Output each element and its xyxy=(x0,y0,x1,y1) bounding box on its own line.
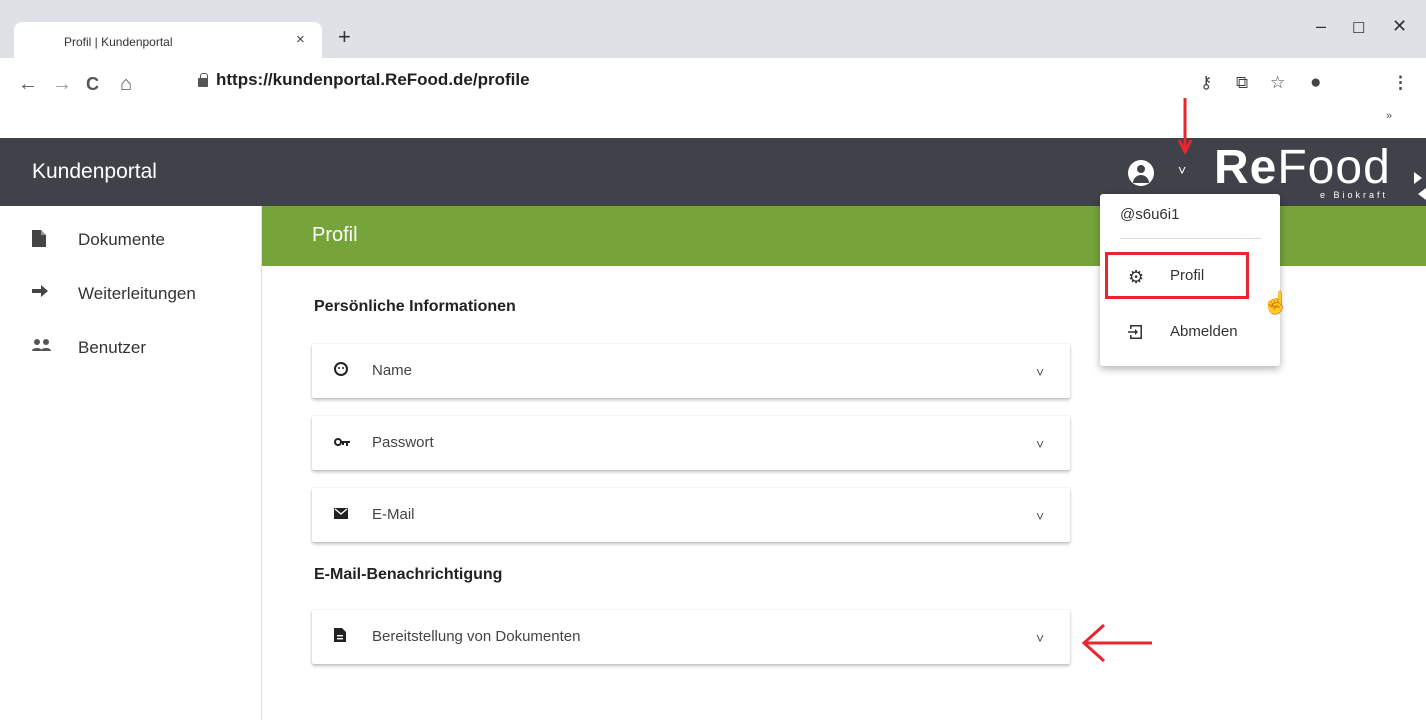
sidebar-item-label: Dokumente xyxy=(78,230,165,249)
logo-food: Food xyxy=(1277,141,1391,194)
bookmarks-overflow-icon[interactable]: » xyxy=(1386,110,1392,122)
logo-arrow-right-icon xyxy=(1414,172,1422,184)
document-icon xyxy=(32,230,50,248)
key-icon xyxy=(334,434,350,450)
sidebar: Dokumente Weiterleitungen Benutzer xyxy=(0,206,262,720)
browser-tab[interactable]: Profil | Kundenportal × xyxy=(14,22,322,60)
sidebar-item-dokumente[interactable]: Dokumente xyxy=(0,218,260,258)
logout-icon xyxy=(1128,324,1144,343)
panel-bereitstellung[interactable]: Bereitstellung von Dokumenten ˅ xyxy=(312,610,1070,664)
back-button[interactable]: ← xyxy=(18,74,38,94)
menu-username: @s6u6i1 xyxy=(1120,206,1180,223)
panel-email[interactable]: E-Mail ˅ xyxy=(312,488,1070,542)
address-bar[interactable]: https://kundenportal.ReFood.de/profile xyxy=(216,70,530,90)
chevron-down-icon[interactable]: ˅ xyxy=(1036,364,1044,380)
browser-tabstrip: Profil | Kundenportal × + – ☐ ✕ xyxy=(0,0,1426,60)
arrow-right-icon xyxy=(32,284,50,302)
reload-button[interactable]: C xyxy=(86,74,99,94)
lock-icon xyxy=(198,73,208,87)
window-close-button[interactable]: ✕ xyxy=(1392,16,1407,37)
app-title: Kundenportal xyxy=(32,160,157,183)
new-tab-button[interactable]: + xyxy=(338,26,351,48)
hand-cursor-icon: ☝ xyxy=(1262,290,1290,315)
panel-passwort[interactable]: Passwort ˅ xyxy=(312,416,1070,470)
browser-menu-icon[interactable]: ⋮ xyxy=(1392,74,1409,91)
annotation-arrow-left-icon xyxy=(1081,623,1152,663)
chevron-down-icon[interactable]: ˅ xyxy=(1036,436,1044,452)
chevron-down-icon[interactable]: ˅ xyxy=(1178,162,1186,178)
panel-label: Passwort xyxy=(372,434,434,451)
logo-arrow-left-icon xyxy=(1418,188,1426,200)
user-account-icon[interactable] xyxy=(1128,160,1154,186)
envelope-icon xyxy=(334,506,350,522)
minimize-button[interactable]: – xyxy=(1316,16,1326,37)
panel-label: Bereitstellung von Dokumenten xyxy=(372,628,581,645)
panel-label: E-Mail xyxy=(372,506,415,523)
home-button[interactable]: ⌂ xyxy=(120,74,132,94)
translate-icon[interactable]: ⧉ xyxy=(1236,74,1248,91)
sidebar-item-benutzer[interactable]: Benutzer xyxy=(0,326,260,366)
chevron-down-icon[interactable]: ˅ xyxy=(1036,630,1044,646)
tab-title: Profil | Kundenportal xyxy=(64,35,173,49)
face-icon xyxy=(334,362,350,378)
star-icon[interactable]: ☆ xyxy=(1270,74,1285,91)
section-title-notification: E-Mail-Benachrichtigung xyxy=(314,566,503,583)
annotation-arrow-down-icon xyxy=(1178,98,1192,154)
menu-item-abmelden[interactable]: Abmelden xyxy=(1106,310,1248,354)
panel-name[interactable]: Name ˅ xyxy=(312,344,1070,398)
key-icon[interactable]: ⚷ xyxy=(1200,74,1212,91)
users-icon xyxy=(32,338,51,356)
logo-re: Re xyxy=(1214,141,1278,194)
logo-tagline: e Biokraft xyxy=(1320,190,1389,200)
maximize-button[interactable]: ☐ xyxy=(1352,19,1365,37)
menu-divider xyxy=(1120,238,1262,239)
sidebar-item-label: Weiterleitungen xyxy=(78,284,196,303)
tab-close-icon[interactable]: × xyxy=(296,31,305,48)
section-title-personal: Persönliche Informationen xyxy=(314,298,516,315)
profile-icon[interactable]: ● xyxy=(1310,73,1321,92)
browser-toolbar: ← → C ⌂ https://kundenportal.ReFood.de/p… xyxy=(0,58,1426,138)
chevron-down-icon[interactable]: ˅ xyxy=(1036,508,1044,524)
document-icon xyxy=(334,628,350,644)
menu-item-label: Abmelden xyxy=(1170,323,1238,340)
sidebar-item-weiterleitungen[interactable]: Weiterleitungen xyxy=(0,272,260,312)
annotation-highlight-box xyxy=(1105,252,1249,299)
forward-button[interactable]: → xyxy=(52,74,72,94)
page-title: Profil xyxy=(312,224,358,246)
sidebar-item-label: Benutzer xyxy=(78,338,147,357)
panel-label: Name xyxy=(372,362,413,379)
